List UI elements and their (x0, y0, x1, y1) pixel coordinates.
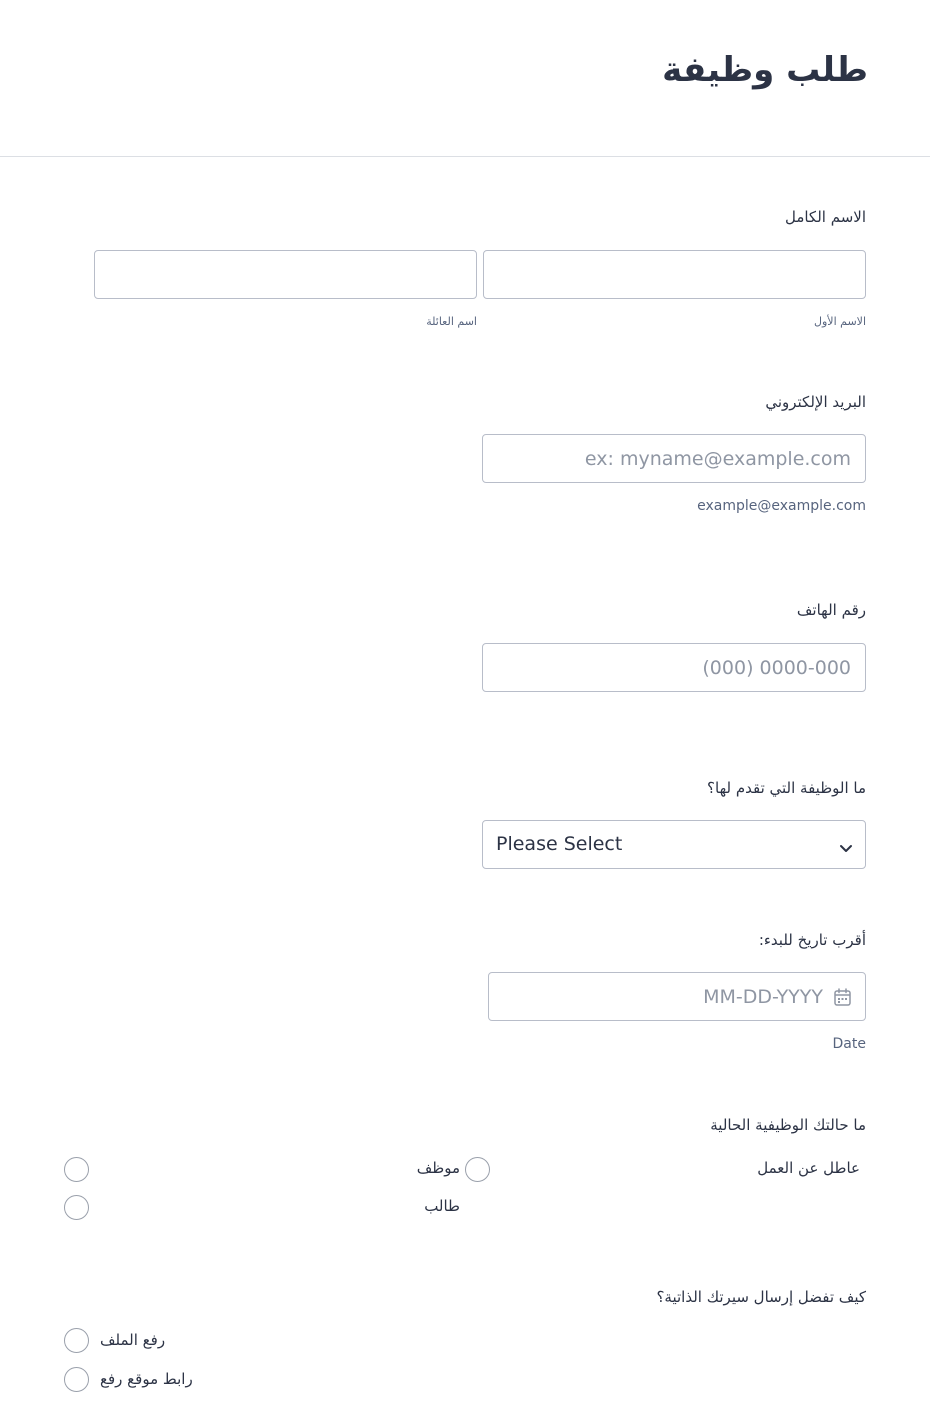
status-option-student-label[interactable]: طالب (424, 1197, 460, 1215)
phone-field[interactable] (482, 643, 866, 692)
resume-option-upload-label[interactable]: رفع الملف (100, 1331, 165, 1349)
chevron-down-icon (839, 839, 853, 858)
email-label: البريد الإلكتروني (765, 393, 866, 411)
form-header: طلب وظيفة (0, 0, 930, 157)
start-date-hint: Date (832, 1036, 866, 1052)
phone-label: رقم الهاتف (796, 601, 866, 619)
resume-option-upload-radio[interactable] (64, 1328, 89, 1353)
first-name-sublabel: الاسم الأول (814, 315, 866, 328)
start-date-field[interactable] (488, 972, 866, 1021)
status-option-employed-label[interactable]: موظف (417, 1159, 460, 1177)
phone-input[interactable] (483, 644, 865, 691)
resume-option-link-label[interactable]: رابط موقع رفع (100, 1370, 193, 1388)
start-date-input[interactable] (489, 973, 829, 1020)
email-input[interactable] (483, 435, 865, 482)
start-date-label: أقرب تاريخ للبدء: (758, 931, 866, 949)
position-select[interactable]: Please Select (482, 820, 866, 869)
resume-method-label: كيف تفضل إرسال سيرتك الذاتية؟ (656, 1288, 866, 1306)
last-name-field[interactable] (94, 250, 477, 299)
position-selected-value: Please Select (496, 833, 623, 855)
status-option-student-radio[interactable] (64, 1195, 89, 1220)
status-option-unemployed-label[interactable]: عاطل عن العمل (757, 1159, 860, 1177)
status-option-employed-radio[interactable] (465, 1157, 490, 1182)
email-hint: example@example.com (697, 498, 866, 514)
full-name-label: الاسم الكامل (784, 208, 866, 226)
resume-option-link-radio[interactable] (64, 1367, 89, 1392)
calendar-icon[interactable] (834, 988, 851, 1010)
first-name-input[interactable] (484, 251, 865, 298)
email-field[interactable] (482, 434, 866, 483)
position-label: ما الوظيفة التي تقدم لها؟ (707, 779, 866, 797)
status-option-unemployed-radio[interactable] (64, 1157, 89, 1182)
employment-status-label: ما حالتك الوظيفية الحالية (710, 1116, 866, 1134)
first-name-field[interactable] (483, 250, 866, 299)
last-name-sublabel: اسم العائلة (426, 315, 477, 328)
last-name-input[interactable] (95, 251, 476, 298)
page-title: طلب وظيفة (662, 50, 868, 90)
